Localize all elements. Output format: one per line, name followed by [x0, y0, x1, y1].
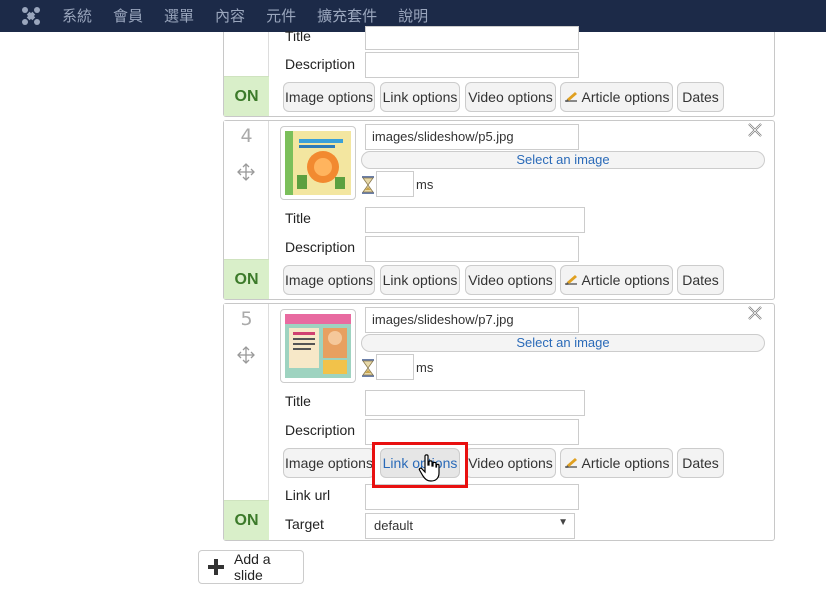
- dates-tab[interactable]: Dates: [677, 82, 724, 112]
- add-slide-label: Add a slide: [234, 551, 271, 583]
- select-image-button[interactable]: Select an image: [361, 151, 765, 169]
- slide-thumbnail-p5[interactable]: [280, 126, 356, 200]
- video-options-tab[interactable]: Video options: [465, 448, 556, 478]
- dates-tab[interactable]: Dates: [677, 265, 724, 295]
- link-options-tab[interactable]: Link options: [380, 265, 460, 295]
- title-label: Title: [285, 28, 311, 44]
- description-label: Description: [285, 422, 356, 438]
- menu-system[interactable]: 系統: [62, 0, 92, 32]
- dates-tab[interactable]: Dates: [677, 448, 724, 478]
- video-options-tab[interactable]: Video options: [465, 82, 556, 112]
- close-icon[interactable]: [746, 122, 764, 138]
- hourglass-icon: [361, 359, 375, 377]
- slide-left-column: 4 ON: [224, 121, 269, 299]
- target-select-value: default: [374, 518, 414, 533]
- description-input[interactable]: [365, 419, 579, 445]
- target-select[interactable]: default ▼: [365, 513, 575, 539]
- article-options-label: Article options: [581, 89, 670, 105]
- options-tab-row: Image options Link options Video options…: [283, 265, 773, 295]
- slide-state-on-badge[interactable]: ON: [224, 76, 269, 116]
- title-input[interactable]: [365, 207, 585, 233]
- pencil-icon: [564, 85, 580, 102]
- link-options-tab[interactable]: Link options: [380, 82, 460, 112]
- image-options-tab[interactable]: Image options: [283, 265, 375, 295]
- description-input[interactable]: [365, 52, 579, 78]
- description-input[interactable]: [365, 236, 579, 262]
- slide-thumbnail-p7[interactable]: [280, 309, 356, 383]
- joomla-logo-icon[interactable]: [20, 5, 42, 27]
- slide-number: 5: [240, 308, 253, 330]
- video-options-tab[interactable]: Video options: [465, 265, 556, 295]
- menu-content[interactable]: 內容: [215, 0, 245, 32]
- title-label: Title: [285, 210, 311, 226]
- slide-state-on-badge[interactable]: ON: [224, 259, 269, 299]
- slide-panel-5: 5 ON images/slideshow/p7.jpg Select an i…: [223, 303, 775, 541]
- article-options-label: Article options: [581, 455, 670, 471]
- options-tab-row: Image options Link options Video options…: [283, 82, 773, 112]
- chevron-down-icon: ▼: [558, 517, 568, 528]
- hourglass-icon: [361, 176, 375, 194]
- description-label: Description: [285, 239, 356, 255]
- link-url-input[interactable]: [365, 484, 579, 510]
- options-tab-row: Image options Link options Video options…: [283, 448, 773, 478]
- title-label: Title: [285, 393, 311, 409]
- slide-state-on-badge[interactable]: ON: [224, 500, 269, 540]
- plus-icon: [206, 557, 226, 577]
- image-path-input[interactable]: images/slideshow/p5.jpg: [365, 124, 579, 150]
- article-options-tab[interactable]: Article options: [560, 82, 673, 112]
- select-image-button[interactable]: Select an image: [361, 334, 765, 352]
- description-label: Description: [285, 56, 356, 72]
- article-options-tab[interactable]: Article options: [560, 448, 673, 478]
- move-icon[interactable]: [237, 346, 255, 364]
- link-url-label: Link url: [285, 487, 331, 503]
- move-icon[interactable]: [237, 163, 255, 181]
- ms-unit-label: ms: [416, 177, 434, 192]
- image-options-tab[interactable]: Image options: [283, 82, 375, 112]
- duration-ms-input[interactable]: [376, 354, 414, 380]
- ms-unit-label: ms: [416, 360, 434, 375]
- slide-panel-3: ON Title Description Image options Link …: [223, 26, 775, 117]
- close-icon[interactable]: [746, 305, 764, 321]
- title-input[interactable]: [365, 390, 585, 416]
- article-options-tab[interactable]: Article options: [560, 265, 673, 295]
- target-label: Target: [285, 516, 324, 532]
- title-input[interactable]: [365, 26, 579, 50]
- add-slide-button[interactable]: Add a slide: [198, 550, 304, 584]
- link-options-tab[interactable]: Link options: [380, 448, 460, 478]
- pencil-icon: [564, 268, 580, 285]
- image-options-tab[interactable]: Image options: [283, 448, 375, 478]
- slide-panel-4: 4 ON images/slideshow/p5.jpg Select an i…: [223, 120, 775, 300]
- image-path-input[interactable]: images/slideshow/p7.jpg: [365, 307, 579, 333]
- menu-menus[interactable]: 選單: [164, 0, 194, 32]
- slide-number: 4: [240, 125, 253, 147]
- duration-ms-input[interactable]: [376, 171, 414, 197]
- pencil-icon: [564, 451, 580, 468]
- slide-left-column: 5 ON: [224, 304, 269, 540]
- article-options-label: Article options: [581, 272, 670, 288]
- menu-users[interactable]: 會員: [113, 0, 143, 32]
- slide-left-column: ON: [224, 32, 269, 116]
